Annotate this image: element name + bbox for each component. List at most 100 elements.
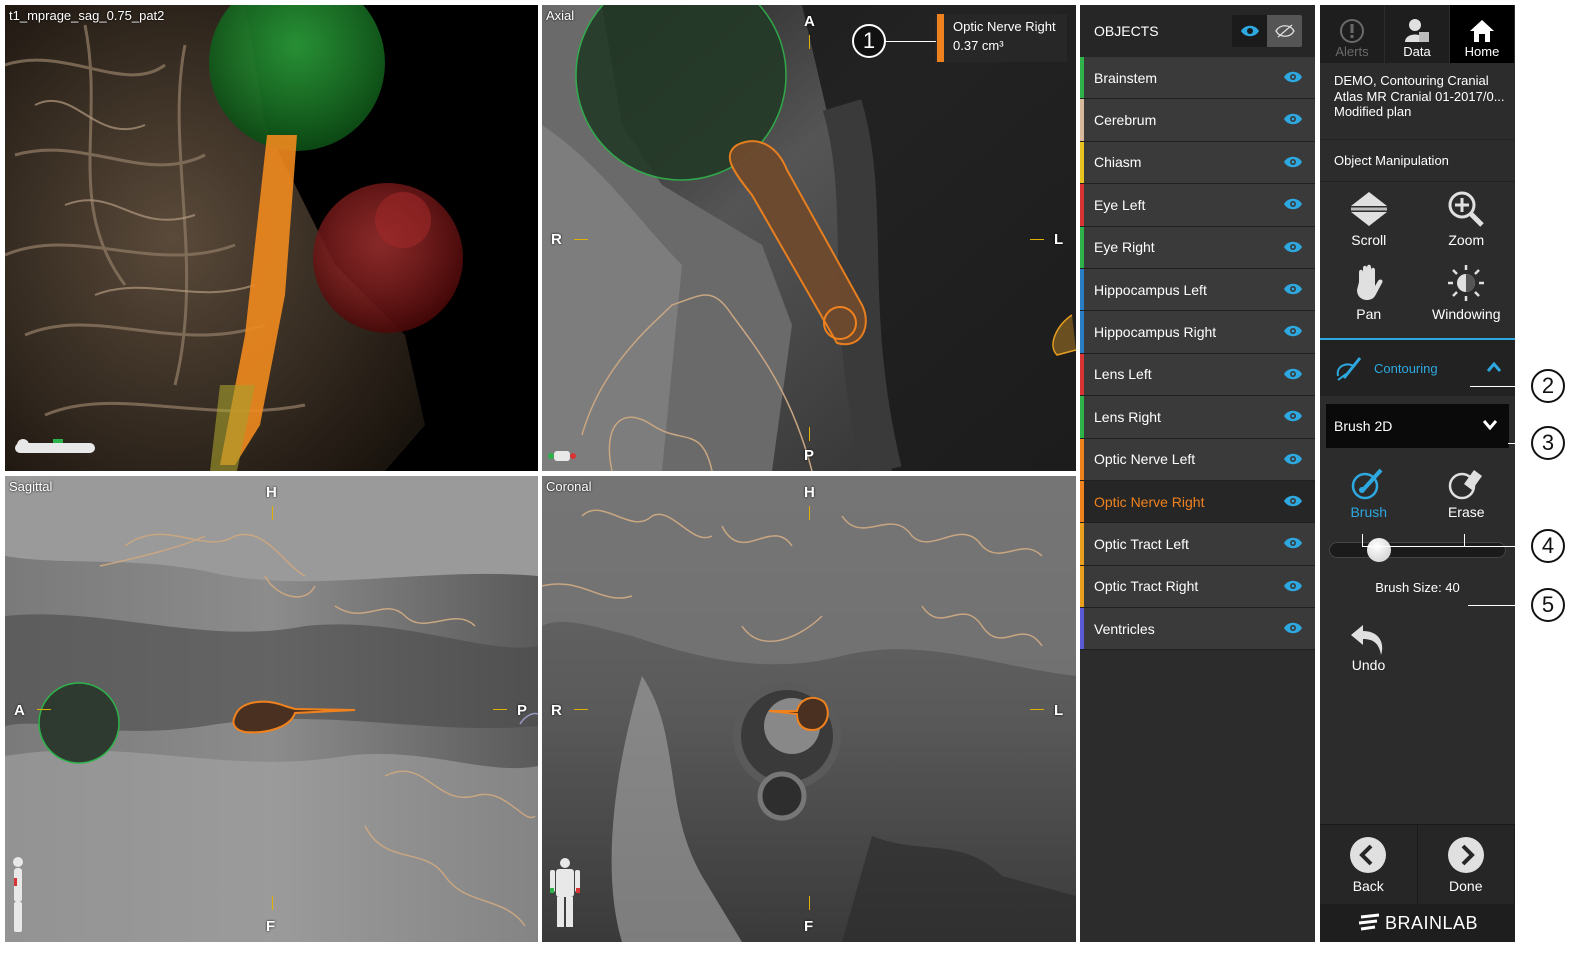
object-item[interactable]: Hippocampus Left <box>1080 268 1315 312</box>
viewport-axial[interactable]: Axial A P R L <box>542 5 1076 471</box>
object-item[interactable]: Hippocampus Right <box>1080 311 1315 354</box>
eye-icon[interactable] <box>1283 240 1303 254</box>
eye-icon[interactable] <box>1283 452 1303 466</box>
erase-button[interactable]: Erase <box>1418 466 1516 528</box>
object-item[interactable]: Lens Right <box>1080 396 1315 439</box>
scroll-button[interactable]: Scroll <box>1320 190 1418 262</box>
viewport-sagittal[interactable]: Sagittal H F A P <box>5 476 538 942</box>
object-label: Optic Tract Left <box>1094 535 1189 552</box>
orientation-top: H <box>804 484 815 501</box>
orientation-tick <box>574 239 588 240</box>
objects-title: OBJECTS <box>1094 23 1159 39</box>
sagittal-image <box>5 476 538 942</box>
object-item[interactable]: Eye Right <box>1080 226 1315 269</box>
callout-line <box>1362 546 1531 547</box>
object-item[interactable]: Optic Nerve Left <box>1080 438 1315 481</box>
object-label: Optic Nerve Left <box>1094 451 1196 468</box>
object-color-stripe <box>1080 226 1084 268</box>
orientation-tick <box>272 896 273 910</box>
callout-1: 1 <box>852 24 886 58</box>
brush-icon <box>1351 468 1383 500</box>
tools-panel: Alerts Data Home DEMO, Contouring Crania… <box>1320 5 1515 942</box>
object-item[interactable]: Chiasm <box>1080 141 1315 185</box>
brush-tools: Brush Erase <box>1320 466 1515 528</box>
zoom-label: Zoom <box>1448 232 1485 248</box>
object-color-stripe <box>1080 438 1084 480</box>
object-item[interactable]: Cerebrum <box>1080 99 1315 142</box>
slider-thumb[interactable] <box>1367 538 1391 562</box>
object-color-stripe <box>1080 311 1084 353</box>
object-item[interactable]: Brainstem <box>1080 57 1315 100</box>
object-color-stripe <box>1080 353 1084 396</box>
hide-all-button[interactable] <box>1267 15 1302 47</box>
viewport-title: Axial <box>546 8 575 23</box>
object-item[interactable]: Optic Tract Right <box>1080 565 1315 609</box>
windowing-label: Windowing <box>1432 306 1501 322</box>
eye-icon[interactable] <box>1283 409 1303 423</box>
back-button[interactable]: Back <box>1320 825 1418 905</box>
viewport-title: Sagittal <box>9 479 53 494</box>
tab-home[interactable]: Home <box>1450 5 1515 63</box>
eraser-icon <box>1449 470 1483 500</box>
brush-button[interactable]: Brush <box>1320 466 1418 528</box>
eye-icon[interactable] <box>1283 536 1303 550</box>
tab-alerts[interactable]: Alerts <box>1320 5 1385 63</box>
home-icon <box>1470 20 1494 42</box>
pan-button[interactable]: Pan <box>1320 264 1418 336</box>
orientation-bottom: F <box>804 918 814 935</box>
orientation-tick <box>1030 239 1044 240</box>
eye-icon[interactable] <box>1283 579 1303 593</box>
eye-icon[interactable] <box>1283 367 1303 381</box>
orientation-tick <box>272 506 273 520</box>
viewport-coronal[interactable]: Coronal H F R L <box>542 476 1076 942</box>
viewport-title: t1_mprage_sag_0.75_pat2 <box>9 8 165 23</box>
object-item[interactable]: Ventricles <box>1080 608 1315 651</box>
object-item[interactable]: Lens Left <box>1080 353 1315 397</box>
eye-icon[interactable] <box>1283 70 1303 84</box>
orientation-tick <box>574 709 588 710</box>
eye-icon[interactable] <box>1283 494 1303 508</box>
object-label: Eye Right <box>1094 239 1155 256</box>
eye-icon[interactable] <box>1283 621 1303 635</box>
scroll-icon <box>1350 192 1387 226</box>
brush-size-slider[interactable] <box>1329 538 1506 562</box>
object-item[interactable]: Optic Nerve Right <box>1080 480 1315 524</box>
callout-4: 4 <box>1531 529 1565 563</box>
object-label: Brainstem <box>1094 69 1158 86</box>
callout-line <box>1508 443 1531 444</box>
eye-icon[interactable] <box>1283 197 1303 211</box>
zoom-button[interactable]: Zoom <box>1418 190 1516 262</box>
object-label: Lens Right <box>1094 408 1161 425</box>
tab-data[interactable]: Data <box>1385 5 1450 63</box>
contouring-section-toggle[interactable]: Contouring <box>1320 338 1515 396</box>
visibility-toggle[interactable] <box>1232 15 1302 47</box>
orientation-bottom: F <box>266 918 276 935</box>
coronal-image <box>542 476 1076 942</box>
object-label: Optic Tract Right <box>1094 578 1199 595</box>
done-button[interactable]: Done <box>1418 825 1515 905</box>
eye-icon[interactable] <box>1283 282 1303 296</box>
contour-tool-dropdown[interactable]: Brush 2D <box>1326 404 1509 448</box>
brush-label: Brush <box>1350 504 1388 520</box>
viewport-3d[interactable]: t1_mprage_sag_0.75_pat2 <box>5 5 538 471</box>
object-color-stripe <box>1080 480 1084 523</box>
object-item[interactable]: Eye Left <box>1080 184 1315 227</box>
show-all-button[interactable] <box>1232 15 1267 47</box>
windowing-button[interactable]: Windowing <box>1418 264 1516 336</box>
eye-icon[interactable] <box>1283 112 1303 126</box>
eye-icon[interactable] <box>1283 155 1303 169</box>
callout-3: 3 <box>1531 426 1565 460</box>
eye-icon[interactable] <box>1283 324 1303 338</box>
back-label: Back <box>1352 878 1384 894</box>
pan-hand-icon <box>1356 264 1383 300</box>
object-item[interactable]: Optic Tract Left <box>1080 523 1315 566</box>
object-color-stripe <box>1080 99 1084 141</box>
undo-button[interactable]: Undo <box>1320 621 1417 673</box>
object-name: Optic Nerve Right <box>953 19 1056 34</box>
orientation-top: A <box>804 13 815 30</box>
object-color-stripe <box>1080 523 1084 565</box>
pan-label: Pan <box>1356 306 1382 322</box>
alert-icon <box>1340 19 1364 43</box>
selected-object-info: Optic Nerve Right 0.37 cm³ <box>935 14 1067 62</box>
objects-panel: OBJECTS Brainstem Cerebrum Chiasm Eye Left E… <box>1080 5 1315 942</box>
